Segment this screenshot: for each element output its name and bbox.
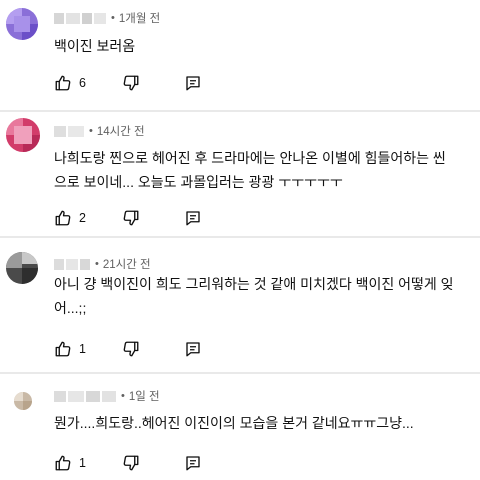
author-name-blurred[interactable]	[54, 258, 90, 270]
comment-time[interactable]: 1일 전	[129, 388, 160, 404]
like-count: 1	[79, 342, 86, 356]
dislike-button[interactable]	[122, 454, 140, 472]
comment-divider	[0, 372, 480, 374]
author-name-blurred[interactable]	[54, 12, 106, 24]
comment-actions: 6	[54, 73, 202, 93]
author-name-blurred[interactable]	[54, 390, 116, 402]
comment-actions: 1	[54, 453, 202, 473]
comment-line: 으로 보이네... 오늘도 과몰입러는 광광 ㅜㅜㅜㅜㅜ	[54, 174, 343, 190]
comment-meta: • 1개월 전	[54, 10, 160, 26]
comment-text: 뭔가....희도랑..헤어진 이진이의 모습을 본거 같네요ㅠㅠ그냥...	[54, 411, 414, 435]
like-button[interactable]: 1	[54, 454, 86, 472]
comment-time[interactable]: 1개월 전	[119, 10, 160, 26]
reply-icon	[186, 76, 200, 91]
comment-time[interactable]: 14시간 전	[97, 123, 145, 139]
reply-button[interactable]	[184, 74, 202, 92]
reply-icon	[186, 211, 200, 226]
thumbs-up-icon	[55, 455, 71, 471]
dislike-button[interactable]	[122, 209, 140, 227]
reply-icon	[186, 342, 200, 357]
reply-button[interactable]	[184, 209, 202, 227]
reply-button[interactable]	[184, 454, 202, 472]
author-name-blurred[interactable]	[54, 125, 84, 137]
comment-text: 백이진 보러옴	[54, 34, 135, 58]
comment-line: 뭔가....희도랑..헤어진 이진이의 모습을 본거 같네요ㅠㅠ그냥...	[54, 415, 414, 431]
thumbs-down-icon	[123, 75, 139, 91]
like-count: 6	[79, 76, 86, 90]
thumbs-up-icon	[55, 75, 71, 91]
comment-text: 나희도랑 찐으로 헤어진 후 드라마에는 안나온 이별에 힘들어하는 씬 으로 …	[54, 146, 446, 194]
comment-actions: 1	[54, 339, 202, 359]
reply-button[interactable]	[184, 340, 202, 358]
meta-separator: •	[89, 125, 93, 137]
meta-separator: •	[121, 390, 125, 402]
like-button[interactable]: 6	[54, 74, 86, 92]
like-button[interactable]: 2	[54, 209, 86, 227]
comment-line: 나희도랑 찐으로 헤어진 후 드라마에는 안나온 이별에 힘들어하는 씬	[54, 150, 446, 166]
dislike-button[interactable]	[122, 340, 140, 358]
comment-actions: 2	[54, 208, 202, 228]
comment-text: 아니 걍 백이진이 희도 그리워하는 것 같애 미치겠다 백이진 어떻게 잊 어…	[54, 272, 454, 320]
thumbs-down-icon	[123, 455, 139, 471]
comment-meta: • 14시간 전	[54, 123, 145, 139]
reply-icon	[186, 456, 200, 471]
thumbs-up-icon	[55, 210, 71, 226]
avatar[interactable]	[6, 252, 38, 284]
comment-line: 아니 걍 백이진이 희도 그리워하는 것 같애 미치겠다 백이진 어떻게 잊	[54, 276, 454, 292]
like-button[interactable]: 1	[54, 340, 86, 358]
meta-separator: •	[95, 258, 99, 270]
thumbs-down-icon	[123, 341, 139, 357]
dislike-button[interactable]	[122, 74, 140, 92]
avatar[interactable]	[6, 118, 40, 152]
thumbs-down-icon	[123, 210, 139, 226]
avatar[interactable]	[14, 392, 32, 410]
comment-meta: • 1일 전	[54, 388, 160, 404]
comment-line: 어...;;	[54, 300, 87, 316]
like-count: 1	[79, 456, 86, 470]
like-count: 2	[79, 211, 86, 225]
thumbs-up-icon	[55, 341, 71, 357]
comment-divider	[0, 110, 480, 112]
comment-divider	[0, 236, 480, 238]
avatar[interactable]	[6, 8, 38, 40]
comment-time[interactable]: 21시간 전	[103, 256, 151, 272]
comment-line: 백이진 보러옴	[54, 38, 136, 54]
comment-meta: • 21시간 전	[54, 256, 151, 272]
meta-separator: •	[111, 12, 115, 24]
